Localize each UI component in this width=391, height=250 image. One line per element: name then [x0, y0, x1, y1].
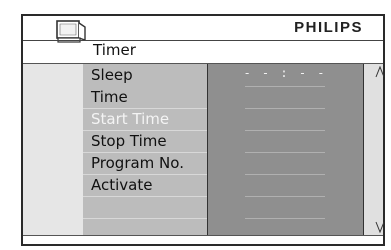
scroll-down-icon[interactable]	[375, 221, 385, 233]
footer-divider	[23, 235, 383, 236]
timer-menu-window: PHILIPS Timer Sleep Time Start Time Stop…	[21, 14, 385, 246]
left-margin-panel	[23, 64, 83, 235]
value-separator	[245, 152, 325, 153]
panel-divider	[207, 64, 208, 235]
scrollbar[interactable]	[363, 64, 383, 235]
value-separator	[245, 218, 325, 219]
value-separator	[245, 108, 325, 109]
row-separator	[83, 218, 207, 219]
menu-item-stop-time[interactable]: Stop Time	[91, 130, 205, 152]
brand-logo: PHILIPS	[294, 19, 363, 36]
header-divider	[23, 40, 383, 41]
value-separator	[245, 86, 325, 87]
menu-item-program-no[interactable]: Program No.	[91, 152, 205, 174]
menu-item-sleep[interactable]: Sleep	[91, 64, 205, 86]
menu-item-start-time[interactable]: Start Time	[91, 108, 205, 130]
page-title: Timer	[93, 41, 136, 59]
scroll-up-icon[interactable]	[375, 66, 385, 78]
row-separator	[83, 196, 207, 197]
time-value: - - : - -	[243, 66, 327, 80]
value-separator	[245, 130, 325, 131]
tv-icon	[56, 20, 86, 43]
value-separator	[245, 196, 325, 197]
scroll-divider	[363, 64, 364, 235]
value-panel	[207, 64, 363, 235]
menu-item-time[interactable]: Time	[91, 86, 205, 108]
menu-item-activate[interactable]: Activate	[91, 174, 205, 196]
value-separator	[245, 174, 325, 175]
